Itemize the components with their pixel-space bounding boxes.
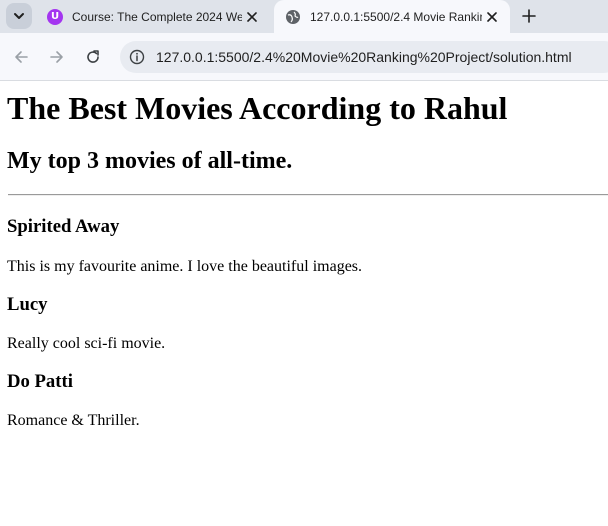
movie-title: Lucy — [7, 294, 48, 315]
url-text: 127.0.0.1:5500/2.4%20Movie%20Ranking%20P… — [156, 49, 572, 65]
close-icon — [247, 11, 257, 22]
movie-description: Really cool sci-fi movie. — [7, 335, 166, 352]
tab-search-button[interactable] — [6, 3, 32, 29]
reload-icon — [87, 50, 99, 63]
close-tab-button[interactable] — [242, 7, 262, 27]
movie-description: Romance & Thriller. — [7, 412, 140, 429]
tab-movie-ranking[interactable]: 127.0.0.1:5500/2.4 Movie Rankin — [274, 0, 510, 33]
reload-button[interactable] — [81, 45, 105, 69]
globe-icon — [286, 9, 300, 24]
movie-title: Do Patti — [7, 371, 73, 392]
page-content: The Best Movies According to Rahul My to… — [0, 81, 608, 526]
plus-icon — [522, 9, 536, 23]
tab-strip: U Course: The Complete 2024 We 127.0.0.1… — [0, 0, 608, 33]
tab-course[interactable]: U Course: The Complete 2024 We — [38, 0, 270, 33]
movie-description: This is my favourite anime. I love the b… — [7, 258, 363, 275]
new-tab-button[interactable] — [518, 5, 540, 27]
address-bar[interactable]: 127.0.0.1:5500/2.4%20Movie%20Ranking%20P… — [120, 41, 608, 73]
divider — [8, 194, 608, 196]
page-subtitle: My top 3 movies of all-time. — [7, 148, 293, 174]
browser-toolbar: 127.0.0.1:5500/2.4%20Movie%20Ranking%20P… — [0, 33, 608, 81]
back-button[interactable] — [9, 45, 33, 69]
chevron-down-icon — [14, 13, 24, 19]
forward-button[interactable] — [45, 45, 69, 69]
tab-title: 127.0.0.1:5500/2.4 Movie Rankin — [310, 9, 482, 24]
movie-title: Spirited Away — [7, 216, 120, 237]
site-info-button[interactable] — [128, 48, 146, 66]
close-tab-button[interactable] — [482, 7, 502, 27]
arrow-left-icon — [15, 51, 28, 63]
page-title: The Best Movies According to Rahul — [7, 90, 508, 126]
tab-title: Course: The Complete 2024 We — [72, 9, 242, 24]
close-icon — [487, 11, 497, 22]
udemy-icon: U — [47, 8, 63, 25]
info-icon — [129, 49, 145, 65]
arrow-right-icon — [50, 51, 63, 63]
